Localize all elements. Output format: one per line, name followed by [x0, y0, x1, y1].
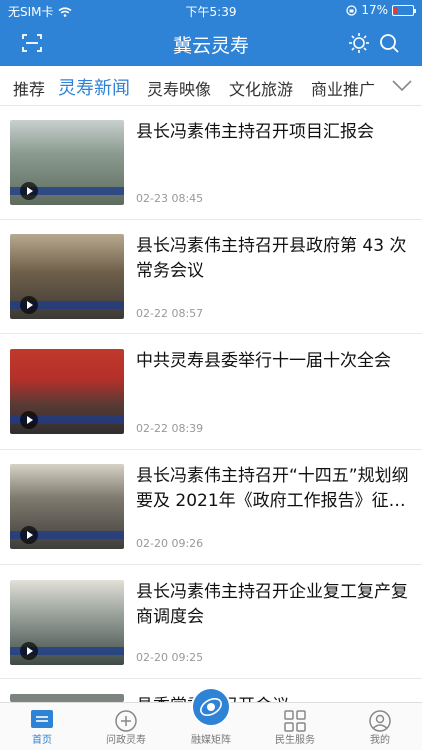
media-matrix-button[interactable]	[191, 687, 231, 727]
news-title: 县长冯素伟主持召开企业复工复产复商调度会	[136, 582, 408, 627]
tabs-expand-button[interactable]	[382, 66, 422, 105]
tab-news[interactable]: 灵寿新闻	[58, 74, 130, 100]
nav-inquiry[interactable]: 问政灵寿	[84, 703, 168, 750]
category-tabs: 推荐 灵寿新闻 灵寿映像 文化旅游 商业推广	[0, 66, 422, 106]
play-icon	[20, 411, 38, 429]
news-thumbnail	[10, 349, 124, 434]
play-icon	[20, 182, 38, 200]
nav-home[interactable]: 首页	[0, 703, 84, 750]
news-time: 02-23 08:45	[136, 192, 204, 205]
nav-home-label: 首页	[32, 735, 52, 746]
tab-culture-travel[interactable]: 文化旅游	[229, 76, 293, 100]
status-bar: 无SIM卡 下午5:39 17%	[0, 0, 422, 22]
nav-media-matrix-label: 融媒矩阵	[191, 735, 231, 746]
rotation-lock-icon	[346, 4, 357, 16]
chevron-down-icon	[392, 80, 412, 92]
nav-services-label: 民生服务	[275, 735, 315, 746]
search-icon[interactable]	[378, 32, 400, 54]
news-time: 02-22 08:39	[136, 422, 204, 435]
news-time: 02-20 09:25	[136, 651, 204, 664]
news-item[interactable]: 县长冯素伟主持召开“十四五”规划纲要及 2021年《政府工作报告》征求意见座谈会…	[0, 464, 422, 565]
news-title: 县长冯素伟主持召开“十四五”规划纲要及 2021年《政府工作报告》征求意见座谈会	[136, 466, 409, 511]
news-thumbnail	[10, 234, 124, 319]
play-icon	[20, 642, 38, 660]
battery-percent: 17%	[361, 3, 388, 17]
app-header: 冀云灵寿	[0, 22, 422, 66]
nav-profile-label: 我的	[370, 735, 390, 746]
news-thumbnail	[10, 464, 124, 549]
news-time: 02-22 08:57	[136, 307, 204, 320]
news-item[interactable]: 县长冯素伟主持召开项目汇报会 02-23 08:45	[0, 120, 422, 220]
play-icon	[20, 296, 38, 314]
tab-video[interactable]: 灵寿映像	[147, 76, 211, 100]
news-thumbnail	[10, 694, 124, 702]
news-thumbnail	[10, 120, 124, 205]
news-title: 县委常委会召开会议	[136, 694, 410, 702]
news-title: 中共灵寿县委举行十一届十次全会	[136, 351, 391, 371]
grid-icon	[284, 710, 306, 732]
battery-icon	[392, 4, 416, 16]
home-icon	[31, 710, 53, 728]
user-icon	[369, 710, 391, 732]
news-title: 县长冯素伟主持召开项目汇报会	[136, 122, 374, 142]
news-thumbnail	[10, 580, 124, 665]
news-item[interactable]: 中共灵寿县委举行十一届十次全会 02-22 08:39	[0, 349, 422, 450]
nav-services[interactable]: 民生服务	[253, 703, 337, 750]
news-item[interactable]: 县长冯素伟主持召开县政府第 43 次常务会议 02-22 08:57	[0, 234, 422, 334]
news-title: 县长冯素伟主持召开县政府第 43 次常务会议	[136, 236, 407, 281]
globe-icon	[200, 698, 222, 716]
plus-circle-icon	[115, 710, 137, 732]
nav-profile[interactable]: 我的	[338, 703, 422, 750]
news-time: 02-20 09:26	[136, 537, 204, 550]
tab-recommend[interactable]: 推荐	[13, 76, 45, 100]
tab-business[interactable]: 商业推广	[311, 76, 375, 100]
play-icon	[20, 526, 38, 544]
brightness-icon[interactable]	[348, 32, 370, 54]
news-item[interactable]: 县长冯素伟主持召开企业复工复产复商调度会 02-20 09:25	[0, 580, 422, 679]
nav-inquiry-label: 问政灵寿	[106, 735, 146, 746]
